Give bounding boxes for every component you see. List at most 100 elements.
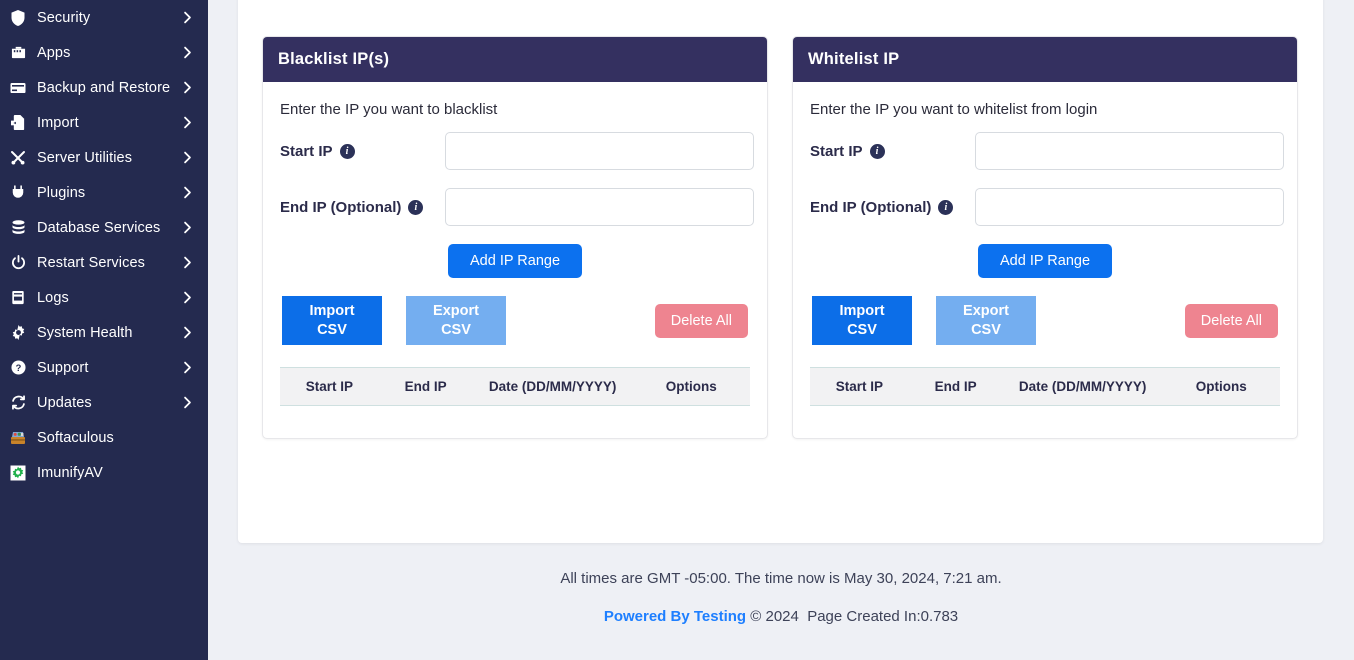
- chevron-right-icon[interactable]: [181, 256, 194, 269]
- whitelist-end-ip-input[interactable]: [975, 188, 1284, 226]
- label-text: End IP (Optional): [810, 198, 932, 216]
- sidebar-item-label: Security: [37, 9, 91, 26]
- info-icon[interactable]: i: [938, 199, 954, 215]
- sidebar-item-logs[interactable]: Logs: [0, 280, 208, 315]
- blacklist-end-ip-input[interactable]: [445, 188, 754, 226]
- powered-by-link[interactable]: Powered By Testing: [604, 608, 746, 625]
- blacklist-export-csv-button[interactable]: Export CSV: [406, 296, 506, 345]
- imunify-icon: [8, 465, 28, 481]
- label-text: Start IP: [810, 142, 863, 160]
- sidebar-item-label: Updates: [37, 394, 92, 411]
- chevron-right-icon[interactable]: [181, 116, 194, 129]
- export-csv-line2: CSV: [441, 321, 471, 338]
- blacklist-panel: Blacklist IP(s) Enter the IP you want to…: [262, 36, 768, 439]
- whitelist-action-buttons: Import CSV Export CSV Delete All: [810, 296, 1280, 345]
- column-header-start-ip[interactable]: Start IP: [280, 368, 379, 406]
- whitelist-end-ip-row: End IP (Optional) i: [810, 188, 1284, 226]
- blacklist-description: Enter the IP you want to blacklist: [280, 101, 498, 118]
- sidebar-item-restart-services[interactable]: Restart Services: [0, 245, 208, 280]
- chevron-right-icon[interactable]: [181, 151, 194, 164]
- page-root: Security Apps Backup and Restore Import …: [0, 0, 1354, 660]
- backup-icon: [8, 80, 28, 96]
- svg-text:?: ?: [15, 363, 21, 373]
- sidebar-item-plugins[interactable]: Plugins: [0, 175, 208, 210]
- whitelist-delete-all-button[interactable]: Delete All: [1184, 303, 1278, 338]
- blacklist-start-ip-input[interactable]: [445, 132, 754, 170]
- sidebar-item-import[interactable]: Import: [0, 105, 208, 140]
- column-header-date[interactable]: Date (DD/MM/YYYY): [1003, 368, 1163, 406]
- chevron-right-icon[interactable]: [181, 221, 194, 234]
- chevron-right-icon[interactable]: [181, 46, 194, 59]
- toolbox-icon: [8, 430, 28, 446]
- blacklist-table: Start IP End IP Date (DD/MM/YYYY) Option…: [280, 367, 750, 424]
- sidebar-item-server-utilities[interactable]: Server Utilities: [0, 140, 208, 175]
- footer-spacer2: [799, 608, 807, 625]
- sidebar-item-softaculous[interactable]: Softaculous: [0, 420, 208, 455]
- sidebar-item-label: Logs: [37, 289, 69, 306]
- import-csv-line1: Import: [309, 303, 355, 320]
- chevron-right-icon[interactable]: [181, 11, 194, 24]
- info-icon[interactable]: i: [339, 143, 355, 159]
- sidebar-item-label: Apps: [37, 44, 71, 61]
- column-header-options[interactable]: Options: [1162, 368, 1280, 406]
- sidebar-item-label: Restart Services: [37, 254, 145, 271]
- table-header-row: Start IP End IP Date (DD/MM/YYYY) Option…: [280, 367, 750, 406]
- chevron-right-icon[interactable]: [181, 326, 194, 339]
- blacklist-add-ip-range-button[interactable]: Add IP Range: [447, 244, 583, 278]
- chevron-right-icon[interactable]: [181, 291, 194, 304]
- whitelist-table-body: [810, 406, 1280, 424]
- logs-icon: [8, 290, 28, 305]
- sidebar-item-label: Support: [37, 359, 89, 376]
- column-header-start-ip[interactable]: Start IP: [810, 368, 909, 406]
- content-card: Blacklist IP(s) Enter the IP you want to…: [238, 0, 1323, 543]
- chevron-right-icon[interactable]: [181, 186, 194, 199]
- whitelist-add-ip-range-button[interactable]: Add IP Range: [977, 244, 1113, 278]
- column-header-date[interactable]: Date (DD/MM/YYYY): [473, 368, 633, 406]
- whitelist-table-head: Start IP End IP Date (DD/MM/YYYY) Option…: [810, 367, 1280, 406]
- footer-copyright: © 2024: [750, 608, 799, 625]
- blacklist-action-buttons: Import CSV Export CSV Delete All: [280, 296, 750, 345]
- help-icon: ?: [8, 360, 28, 375]
- info-icon[interactable]: i: [408, 199, 424, 215]
- blacklist-delete-all-button[interactable]: Delete All: [654, 303, 748, 338]
- sidebar-item-label: Import: [37, 114, 79, 131]
- blacklist-end-ip-row: End IP (Optional) i: [280, 188, 754, 226]
- info-icon[interactable]: i: [869, 143, 885, 159]
- sidebar-item-label: ImunifyAV: [37, 464, 103, 481]
- column-header-end-ip[interactable]: End IP: [909, 368, 1003, 406]
- sidebar-item-database-services[interactable]: Database Services: [0, 210, 208, 245]
- footer: All times are GMT -05:00. The time now i…: [208, 570, 1354, 625]
- sidebar-item-updates[interactable]: Updates: [0, 385, 208, 420]
- sidebar-item-label: Softaculous: [37, 429, 114, 446]
- label-text: End IP (Optional): [280, 198, 402, 216]
- sidebar-item-backup-and-restore[interactable]: Backup and Restore: [0, 70, 208, 105]
- whitelist-import-csv-button[interactable]: Import CSV: [812, 296, 912, 345]
- column-header-end-ip[interactable]: End IP: [379, 368, 473, 406]
- shield-icon: [8, 9, 28, 26]
- apps-icon: [8, 45, 28, 60]
- sidebar-item-security[interactable]: Security: [0, 0, 208, 35]
- whitelist-start-ip-input[interactable]: [975, 132, 1284, 170]
- sidebar-item-imunifyav[interactable]: ImunifyAV: [0, 455, 208, 490]
- blacklist-panel-body: Enter the IP you want to blacklist Start…: [263, 82, 767, 438]
- whitelist-panel-title: Whitelist IP: [793, 37, 1297, 82]
- import-csv-line1: Import: [839, 303, 885, 320]
- sidebar-item-system-health[interactable]: System Health: [0, 315, 208, 350]
- blacklist-table-head: Start IP End IP Date (DD/MM/YYYY) Option…: [280, 367, 750, 406]
- whitelist-start-ip-row: Start IP i: [810, 132, 1284, 170]
- whitelist-export-csv-button[interactable]: Export CSV: [936, 296, 1036, 345]
- sidebar-item-apps[interactable]: Apps: [0, 35, 208, 70]
- chevron-right-icon[interactable]: [181, 361, 194, 374]
- sidebar-item-label: Backup and Restore: [37, 79, 171, 96]
- chevron-right-icon[interactable]: [181, 81, 194, 94]
- sidebar-item-label: System Health: [37, 324, 133, 341]
- ip-panels: Blacklist IP(s) Enter the IP you want to…: [262, 36, 1299, 439]
- column-header-options[interactable]: Options: [632, 368, 750, 406]
- power-icon: [8, 255, 28, 270]
- sidebar-item-support[interactable]: ? Support: [0, 350, 208, 385]
- import-icon: [8, 115, 28, 130]
- sidebar-item-label: Server Utilities: [37, 149, 133, 166]
- footer-server-time: All times are GMT -05:00. The time now i…: [560, 570, 1002, 587]
- chevron-right-icon[interactable]: [181, 396, 194, 409]
- blacklist-import-csv-button[interactable]: Import CSV: [282, 296, 382, 345]
